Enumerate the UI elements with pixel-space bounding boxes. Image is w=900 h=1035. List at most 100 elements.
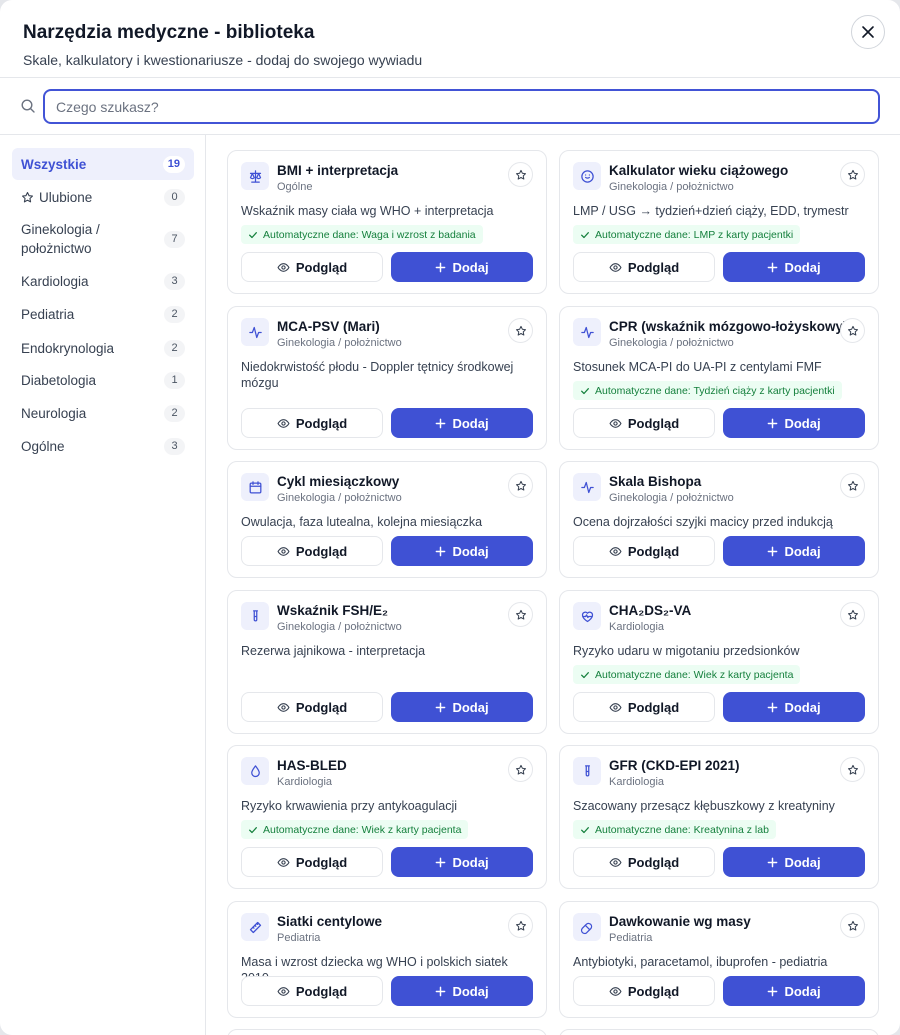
preview-label: Podgląd bbox=[295, 983, 348, 999]
plus-icon bbox=[768, 857, 778, 867]
tools-library-modal: Narzędzia medyczne - biblioteka Skale, k… bbox=[0, 0, 900, 1035]
sidebar-item-label: Kardiologia bbox=[21, 273, 89, 289]
preview-button[interactable]: Podgląd bbox=[241, 692, 383, 722]
search-icon bbox=[21, 99, 35, 113]
favorite-button[interactable] bbox=[840, 473, 865, 498]
favorite-button[interactable] bbox=[840, 913, 865, 938]
auto-data-text: Automatyczne dane: Kreatynina z lab bbox=[595, 823, 769, 836]
favorite-button[interactable] bbox=[508, 473, 533, 498]
preview-button[interactable]: Podgląd bbox=[573, 976, 715, 1006]
sidebar-item-cardiology[interactable]: Kardiologia 3 bbox=[12, 265, 194, 297]
eye-icon bbox=[277, 262, 290, 272]
sidebar-item-label: Pediatria bbox=[21, 306, 75, 322]
favorite-button[interactable] bbox=[508, 602, 533, 627]
eye-icon bbox=[277, 418, 290, 428]
tool-card: Dawkowanie wg masy Pediatria Antybiotyki… bbox=[559, 901, 879, 1018]
preview-button[interactable]: Podgląd bbox=[573, 536, 715, 566]
favorite-button[interactable] bbox=[508, 913, 533, 938]
favorite-button[interactable] bbox=[508, 757, 533, 782]
tool-card: Kalkulator wieku ciążowego Ginekologia /… bbox=[559, 150, 879, 294]
plus-icon bbox=[436, 986, 446, 996]
preview-button[interactable]: Podgląd bbox=[573, 408, 715, 438]
add-label: Dodaj bbox=[452, 543, 489, 559]
add-button[interactable]: Dodaj bbox=[723, 847, 865, 877]
auto-data-badge: Automatyczne dane: Tydzień ciąży z karty… bbox=[573, 381, 842, 400]
preview-button[interactable]: Podgląd bbox=[241, 976, 383, 1006]
auto-data-text: Automatyczne dane: LMP z karty pacjentki bbox=[595, 228, 794, 241]
favorite-button[interactable] bbox=[508, 162, 533, 187]
card-category: Pediatria bbox=[277, 932, 321, 944]
sidebar-item-general[interactable]: Ogólne 3 bbox=[12, 430, 194, 462]
add-button[interactable]: Dodaj bbox=[723, 536, 865, 566]
eye-icon bbox=[609, 986, 622, 996]
preview-button[interactable]: Podgląd bbox=[241, 536, 383, 566]
check-icon bbox=[581, 671, 589, 678]
favorite-button[interactable] bbox=[840, 162, 865, 187]
eye-icon bbox=[609, 857, 622, 867]
auto-data-text: Automatyczne dane: Waga i wzrost z badan… bbox=[263, 228, 476, 241]
card-description: Ryzyko udaru w migotaniu przedsionków bbox=[573, 644, 800, 658]
add-button[interactable]: Dodaj bbox=[391, 692, 533, 722]
add-label: Dodaj bbox=[452, 415, 489, 431]
tool-card: Skala Bishopa Ginekologia / położnictwo … bbox=[559, 461, 879, 578]
star-icon bbox=[847, 764, 858, 775]
add-button[interactable]: Dodaj bbox=[391, 252, 533, 282]
preview-label: Podgląd bbox=[295, 415, 348, 431]
add-button[interactable]: Dodaj bbox=[723, 252, 865, 282]
preview-label: Podgląd bbox=[627, 543, 680, 559]
sidebar-item-gynecology[interactable]: Ginekologia / położnictwo 7 bbox=[12, 215, 194, 263]
close-button[interactable] bbox=[851, 15, 885, 49]
add-button[interactable]: Dodaj bbox=[391, 847, 533, 877]
card-title: Kalkulator wieku ciążowego bbox=[609, 163, 789, 178]
preview-label: Podgląd bbox=[627, 854, 680, 870]
calendar-icon bbox=[249, 480, 261, 493]
preview-button[interactable]: Podgląd bbox=[241, 847, 383, 877]
card-description: Stosunek MCA-PI do UA-PI z centylami FMF bbox=[573, 360, 822, 374]
add-button[interactable]: Dodaj bbox=[391, 408, 533, 438]
star-icon bbox=[515, 764, 526, 775]
modal-title: Narzędzia medyczne - biblioteka bbox=[23, 22, 315, 43]
add-label: Dodaj bbox=[784, 543, 821, 559]
card-title: GFR (CKD-EPI 2021) bbox=[609, 758, 740, 773]
add-button[interactable]: Dodaj bbox=[723, 976, 865, 1006]
sidebar-item-favorites[interactable]: Ulubione 0 bbox=[12, 181, 194, 213]
favorite-button[interactable] bbox=[840, 602, 865, 627]
preview-button[interactable]: Podgląd bbox=[241, 252, 383, 282]
favorite-button[interactable] bbox=[840, 318, 865, 343]
sidebar-item-all[interactable]: Wszystkie 19 bbox=[12, 148, 194, 180]
search-input[interactable] bbox=[43, 89, 880, 124]
tools-grid: BMI + interpretacja Ogólne Wskaźnik masy… bbox=[207, 135, 900, 1035]
card-description: Rezerwa jajnikowa - interpretacja bbox=[241, 644, 426, 658]
sidebar-item-label: Ginekologia / położnictwo bbox=[21, 222, 100, 256]
sidebar-item-diabetology[interactable]: Diabetologia 1 bbox=[12, 364, 194, 396]
favorite-button[interactable] bbox=[508, 318, 533, 343]
preview-button[interactable]: Podgląd bbox=[573, 847, 715, 877]
preview-button[interactable]: Podgląd bbox=[573, 252, 715, 282]
add-button[interactable]: Dodaj bbox=[723, 408, 865, 438]
sidebar-item-label: Endokrynologia bbox=[21, 340, 115, 356]
auto-data-badge: Automatyczne dane: LMP z karty pacjentki bbox=[573, 225, 801, 244]
tool-card: CHA₂DS₂-VA Kardiologia Ryzyko udaru w mi… bbox=[559, 590, 879, 734]
card-category: Ginekologia / położnictwo bbox=[609, 337, 734, 349]
preview-button[interactable]: Podgląd bbox=[241, 408, 383, 438]
add-button[interactable]: Dodaj bbox=[391, 536, 533, 566]
card-category: Ginekologia / położnictwo bbox=[277, 621, 402, 633]
card-icon-box bbox=[573, 602, 601, 630]
card-icon-box bbox=[573, 473, 601, 501]
add-button[interactable]: Dodaj bbox=[723, 692, 865, 722]
plus-icon bbox=[436, 857, 446, 867]
eye-icon bbox=[609, 546, 622, 556]
plus-icon bbox=[436, 418, 446, 428]
sidebar-item-endocrinology[interactable]: Endokrynologia 2 bbox=[12, 332, 194, 364]
preview-button[interactable]: Podgląd bbox=[573, 692, 715, 722]
sidebar-item-pediatrics[interactable]: Pediatria 2 bbox=[12, 298, 194, 330]
card-category: Kardiologia bbox=[609, 776, 665, 788]
add-label: Dodaj bbox=[452, 259, 489, 275]
favorite-button[interactable] bbox=[840, 757, 865, 782]
count-badge: 2 bbox=[164, 404, 185, 422]
tool-card: Wskaźnik FSH/E₂ Ginekologia / położnictw… bbox=[227, 590, 547, 734]
modal-header: Narzędzia medyczne - biblioteka Skale, k… bbox=[0, 0, 900, 78]
droplet-icon bbox=[250, 764, 260, 777]
add-button[interactable]: Dodaj bbox=[391, 976, 533, 1006]
sidebar-item-neurology[interactable]: Neurologia 2 bbox=[12, 397, 194, 429]
